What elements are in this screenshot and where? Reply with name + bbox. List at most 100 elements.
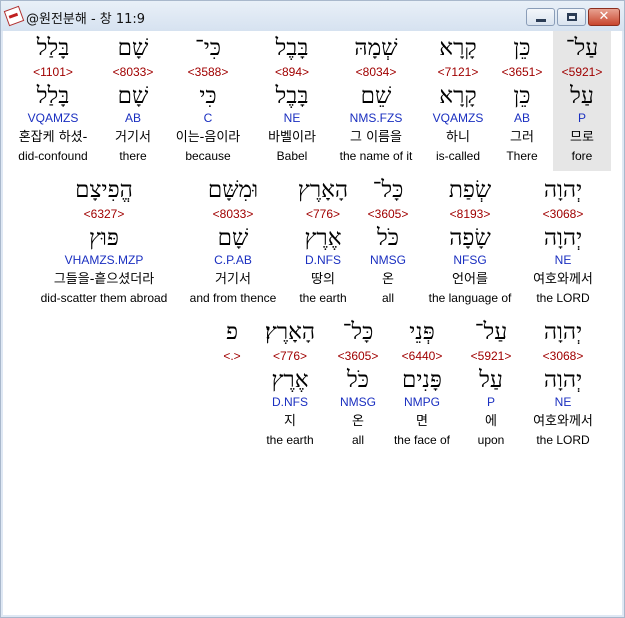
parsing-code: D.NFS [305, 253, 341, 267]
word-cell[interactable]: יְהוָה <3068> יְהוָה NE 여호와께서 the LORD [527, 315, 599, 455]
strong-number-link[interactable]: <3588> [165, 65, 251, 79]
korean-gloss: 지 [284, 414, 296, 429]
word-cell[interactable]: כֵּן <3651> כֵּן AB 그러 There [497, 31, 547, 171]
hebrew-word: יְהוָה [543, 319, 583, 345]
close-icon: ✕ [598, 9, 610, 24]
strong-number-link[interactable]: <894> [257, 65, 327, 79]
hebrew-lemma: כֵּן [513, 83, 531, 109]
hebrew-lemma: שָׁם [217, 225, 249, 251]
korean-gloss: 온 [352, 414, 364, 429]
hebrew-lemma: יְהוָה [543, 225, 583, 251]
english-gloss: the language of [428, 291, 512, 305]
strong-number-link[interactable]: <1101> [7, 65, 99, 79]
hebrew-lemma: עַל [570, 83, 594, 109]
hebrew-word: שְׂפַת [448, 177, 492, 203]
hebrew-lemma: כִּי [199, 83, 217, 109]
word-cell[interactable]: שָׁם <8033> שָׁם AB 거기서 there [105, 31, 161, 171]
word-cell[interactable]: עַל־ <5921> עַל P 에 upon [465, 315, 517, 455]
parsing-code: AB [513, 111, 530, 125]
strong-number-link[interactable]: <7121> [425, 65, 491, 79]
korean-gloss: 바벨이라 [268, 130, 316, 145]
english-gloss: the face of [393, 433, 451, 447]
parsing-code: NMS.FZS [349, 111, 403, 125]
interlinear-content: עַל־ <5921> עַל P 므로 fore כֵּן <3651> כֵ… [3, 31, 622, 615]
parsing-code: NE [283, 111, 301, 125]
word-cell[interactable]: שְׁמָהּ <8034> שֵׁם NMS.FZS 그 이름을 the na… [333, 31, 419, 171]
hebrew-lemma: קָרָא [439, 83, 477, 109]
strong-number-link[interactable]: <8033> [105, 65, 161, 79]
hebrew-lemma: בָּבֶל [275, 83, 309, 109]
word-cell[interactable]: הָאָרֶץ <776> אֶרֶץ D.NFS 땅의 the earth [291, 173, 355, 313]
close-button[interactable]: ✕ [588, 8, 620, 26]
english-gloss: there [119, 149, 147, 163]
english-gloss: Babel [276, 149, 308, 163]
parsing-code: NFSG [453, 253, 487, 267]
korean-gloss: 에 [485, 414, 497, 429]
word-cell[interactable]: פ <.> [213, 315, 251, 455]
maximize-button[interactable] [557, 8, 586, 26]
word-cell[interactable]: שְׂפַת <8193> שָׂפָה NFSG 언어를 the langua… [423, 173, 517, 313]
hebrew-lemma: אֶרֶץ [271, 367, 309, 393]
strong-number-link[interactable]: <8193> [423, 207, 517, 221]
korean-gloss: 거기서 [215, 272, 251, 287]
strong-number-link[interactable]: <5921> [553, 65, 611, 79]
korean-gloss: 땅의 [311, 272, 335, 287]
strong-number-link[interactable]: <776> [291, 207, 355, 221]
strong-number-link[interactable]: <3651> [497, 65, 547, 79]
word-cell[interactable]: עַל־ <5921> עַל P 므로 fore [553, 31, 611, 171]
strong-number-link[interactable]: <5921> [465, 349, 517, 363]
korean-gloss: 그 이름을 [350, 130, 402, 145]
strong-number-link[interactable]: <8033> [183, 207, 283, 221]
strong-number-link[interactable]: <776> [251, 349, 329, 363]
word-cell[interactable]: כִּי־ <3588> כִּי C 이는-음이라 because [165, 31, 251, 171]
hebrew-word: כָּל־ [342, 319, 374, 345]
parsing-code: NE [554, 253, 572, 267]
title-bar[interactable]: @원전분해 - 창 11:9 ✕ [1, 1, 624, 31]
app-icon[interactable] [3, 5, 25, 27]
minimize-icon [536, 19, 546, 22]
hebrew-lemma: שֵׁם [360, 83, 392, 109]
word-cell[interactable]: קָרָא <7121> קָרָא VQAMZS 하니 is-called [425, 31, 491, 171]
hebrew-word: שְׁמָהּ [354, 35, 398, 61]
word-cell[interactable]: הָאָרֶץ׃ <776> אֶרֶץ D.NFS 지 the earth [251, 315, 329, 455]
maximize-icon [567, 13, 577, 21]
parsing-code: VHAMZS.MZP [64, 253, 144, 267]
word-cell[interactable]: בָּבֶל <894> בָּבֶל NE 바벨이라 Babel [257, 31, 327, 171]
parsing-code: D.NFS [272, 395, 308, 409]
strong-number-link[interactable]: <6327> [33, 207, 175, 221]
word-cell[interactable]: בָּלַל <1101> בָּלַל VQAMZS 혼잡케 하셨- did-… [7, 31, 99, 171]
strong-number-link[interactable]: <8034> [333, 65, 419, 79]
strong-number-link[interactable]: <3068> [527, 207, 599, 221]
english-gloss: fore [571, 149, 593, 163]
word-cell[interactable]: פְּנֵי <6440> פָּנִים NMPG 면 the face of [387, 315, 457, 455]
parsing-code: VQAMZS [432, 111, 484, 125]
english-gloss: the earth [266, 433, 314, 447]
parsing-code: NMPG [404, 395, 440, 409]
korean-gloss: 면 [416, 414, 428, 429]
strong-number-link[interactable]: <6440> [387, 349, 457, 363]
hebrew-word: כִּי־ [194, 35, 222, 61]
hebrew-word: בָּלַל [36, 35, 70, 61]
hebrew-word: עַל־ [474, 319, 508, 345]
hebrew-lemma: אֶרֶץ [304, 225, 342, 251]
word-cell[interactable]: וּמִשָּׁם <8033> שָׁם C.P.AB 거기서 and fro… [183, 173, 283, 313]
word-cell[interactable]: כָּל־ <3605> כֹּל NMSG 온 all [359, 173, 417, 313]
app-window: @원전분해 - 창 11:9 ✕ עַל־ <5921> עַל P 므로 fo… [0, 0, 625, 618]
word-cell[interactable]: כָּל־ <3605> כֹּל NMSG 온 all [329, 315, 387, 455]
strong-number-link[interactable]: <3068> [527, 349, 599, 363]
parsing-code: C.P.AB [214, 253, 252, 267]
word-cell[interactable]: יְהוָה <3068> יְהוָה NE 여호와께서 the LORD [527, 173, 599, 313]
english-gloss: the name of it [339, 149, 413, 163]
strong-number-link[interactable]: <3605> [329, 349, 387, 363]
minimize-button[interactable] [526, 8, 555, 26]
hebrew-word: כָּל־ [372, 177, 404, 203]
hebrew-word: עַל־ [565, 35, 599, 61]
strong-number-link[interactable]: <3605> [359, 207, 417, 221]
korean-gloss: 언어를 [452, 272, 488, 287]
english-gloss: the LORD [536, 291, 590, 305]
korean-gloss: 그들을-흩으셨더라 [53, 272, 155, 287]
english-gloss: is-called [435, 149, 480, 163]
word-cell[interactable]: הֱפִיצָם <6327> פּוּץ VHAMZS.MZP 그들을-흩으셨… [33, 173, 175, 313]
strong-number-link[interactable]: <.> [213, 349, 251, 363]
korean-gloss: 므로 [570, 130, 594, 145]
